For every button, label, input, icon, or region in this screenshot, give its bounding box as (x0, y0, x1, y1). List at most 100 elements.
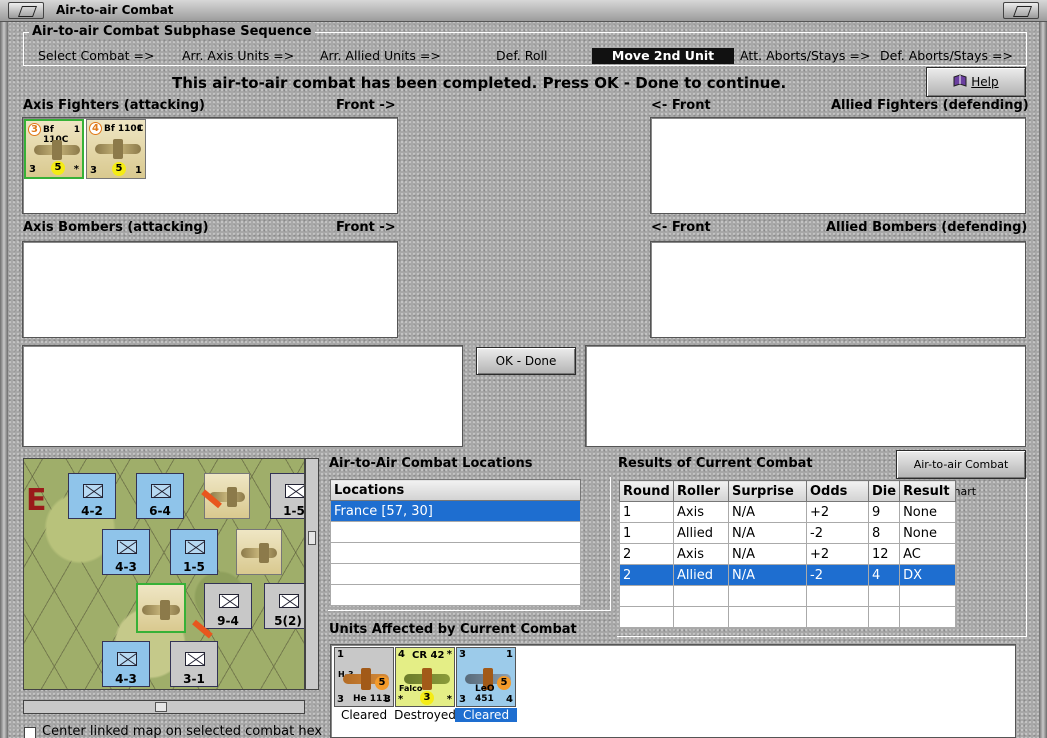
unit-strength: 9-4 (217, 614, 239, 628)
result-cell: Axis (673, 501, 729, 523)
scroll-thumb[interactable] (155, 702, 167, 712)
location-cell (330, 584, 581, 606)
center-linked-map-checkbox[interactable] (24, 727, 36, 738)
map-air-counter[interactable] (236, 529, 282, 575)
axis-fighters-box[interactable]: 3 Bf 110C 1 3 5 * 4 Bf 110C 1 3 5 1 (22, 117, 398, 214)
location-row[interactable] (330, 521, 581, 543)
locations-title: Air-to-Air Combat Locations (329, 456, 533, 471)
unit-tr: 1 (506, 649, 513, 660)
allied-bombers-box[interactable] (650, 241, 1026, 338)
results-header-row: Round Roller Surprise Odds Die Result (619, 480, 957, 502)
step-def-roll: Def. Roll (496, 48, 548, 63)
help-label: Help (971, 75, 999, 89)
axis-fighters-front: Front -> (336, 98, 396, 113)
window-title: Air-to-air Combat (56, 3, 174, 17)
result-cell (728, 585, 807, 607)
result-row[interactable]: 1 Allied N/A -2 8 None (619, 522, 957, 544)
location-row[interactable] (330, 563, 581, 585)
result-cell (728, 606, 807, 628)
unit-bl: 3 (459, 694, 466, 705)
result-row[interactable]: 2 Axis N/A +2 12 AC (619, 543, 957, 565)
affected-unit[interactable]: 4 CR 42 * Falco * 3 * (395, 647, 455, 707)
unit-strength: 5(2) (274, 614, 302, 628)
map-vertical-scrollbar[interactable] (305, 458, 319, 690)
axis-bombers-box[interactable] (22, 241, 398, 338)
location-row[interactable] (330, 584, 581, 606)
axis-fighter-counter[interactable]: 4 Bf 110C 1 3 5 1 (86, 119, 146, 179)
result-cell (673, 585, 729, 607)
infantry-icon (151, 484, 171, 498)
subphase-title: Air-to-air Combat Subphase Sequence (29, 24, 315, 39)
result-cell (867, 585, 901, 607)
affected-unit[interactable]: 1 H-3 5 3 He 111 3 (334, 647, 394, 707)
result-cell: 8 (867, 522, 901, 544)
map-horizontal-scrollbar[interactable] (23, 700, 305, 714)
unit-status: Cleared (455, 708, 517, 722)
infantry-icon (185, 652, 205, 666)
affected-title: Units Affected by Current Combat (329, 622, 577, 637)
scroll-thumb[interactable] (308, 531, 316, 545)
result-row[interactable]: 2 Allied N/A -2 4 DX (619, 564, 957, 586)
col-roller: Roller (673, 480, 729, 502)
result-cell: Allied (673, 522, 729, 544)
unit-strength: 4-2 (81, 504, 103, 518)
left-frame (0, 22, 8, 738)
result-cell: N/A (728, 501, 807, 523)
ring-number: 3 (28, 123, 41, 136)
map-air-counter-selected[interactable] (136, 583, 186, 633)
location-row[interactable]: France [57, 30] (330, 500, 581, 522)
affected-unit[interactable]: 3 1 5 3 LeO 451 4 (456, 647, 516, 707)
map-unit[interactable]: 3-1 (170, 641, 218, 687)
step-arr-axis: Arr. Axis Units => (182, 48, 295, 63)
map-unit[interactable]: 9-4 (204, 583, 252, 629)
step-select-combat: Select Combat => (38, 48, 155, 63)
infantry-icon (285, 484, 304, 498)
results-title: Results of Current Combat (618, 456, 813, 471)
help-button[interactable]: Help (926, 67, 1026, 97)
allied-aborts-box[interactable] (585, 345, 1026, 447)
result-row[interactable] (619, 585, 957, 607)
result-cell (806, 585, 869, 607)
map-unit[interactable]: 1-5 (270, 473, 305, 519)
result-cell: +2 (806, 543, 869, 565)
location-cell: France [57, 30] (330, 500, 581, 522)
col-round: Round (619, 480, 674, 502)
map-unit[interactable]: 5(2) (264, 583, 304, 629)
unit-dot: 3 (420, 691, 434, 705)
result-cell: N/A (728, 543, 807, 565)
allied-bombers-front: <- Front (651, 220, 711, 235)
ok-done-button[interactable]: OK - Done (476, 347, 576, 375)
result-cell: Allied (673, 564, 729, 586)
air-to-air-combat-chart-button[interactable]: Air-to-air Combat Chart (896, 450, 1026, 498)
result-cell: N/A (728, 522, 807, 544)
counter-range: * (73, 164, 79, 175)
allied-fighters-label: Allied Fighters (defending) (831, 98, 1029, 113)
airplane-icon (241, 543, 277, 563)
locations-frame: Locations France [57, 30] (328, 477, 611, 611)
map-unit[interactable]: 4-3 (102, 529, 150, 575)
result-cell (899, 606, 957, 628)
axis-fighter-counter[interactable]: 3 Bf 110C 1 3 5 * (24, 119, 84, 179)
counter-top: 1 (136, 124, 143, 134)
title-bar: Air-to-air Combat (0, 0, 1047, 22)
result-row[interactable] (619, 606, 957, 628)
unit-sub: Falco (399, 684, 423, 693)
airplane-icon (142, 600, 180, 620)
result-cell: N/A (728, 564, 807, 586)
allied-fighters-box[interactable] (650, 117, 1026, 214)
map-unit[interactable]: 1-5 (170, 529, 218, 575)
minimize-button[interactable] (1003, 2, 1039, 19)
col-odds: Odds (806, 480, 869, 502)
map-unit[interactable]: 6-4 (136, 473, 184, 519)
location-row[interactable] (330, 542, 581, 564)
axis-aborts-box[interactable] (22, 345, 463, 447)
window-menu-button[interactable] (8, 2, 44, 19)
result-row[interactable]: 1 Axis N/A +2 9 None (619, 501, 957, 523)
unit-strength: 1-5 (283, 504, 305, 518)
unit-strength: 4-3 (115, 560, 137, 574)
infantry-icon (219, 594, 239, 608)
map-unit[interactable]: 4-2 (68, 473, 116, 519)
map-unit[interactable]: 4-3 (102, 641, 150, 687)
allied-bombers-label: Allied Bombers (defending) (826, 220, 1028, 235)
linked-map[interactable]: E 4-2 6-4 4-3 1-5 9-4 4-3 3-1 5(2) 1-5 (23, 458, 305, 690)
